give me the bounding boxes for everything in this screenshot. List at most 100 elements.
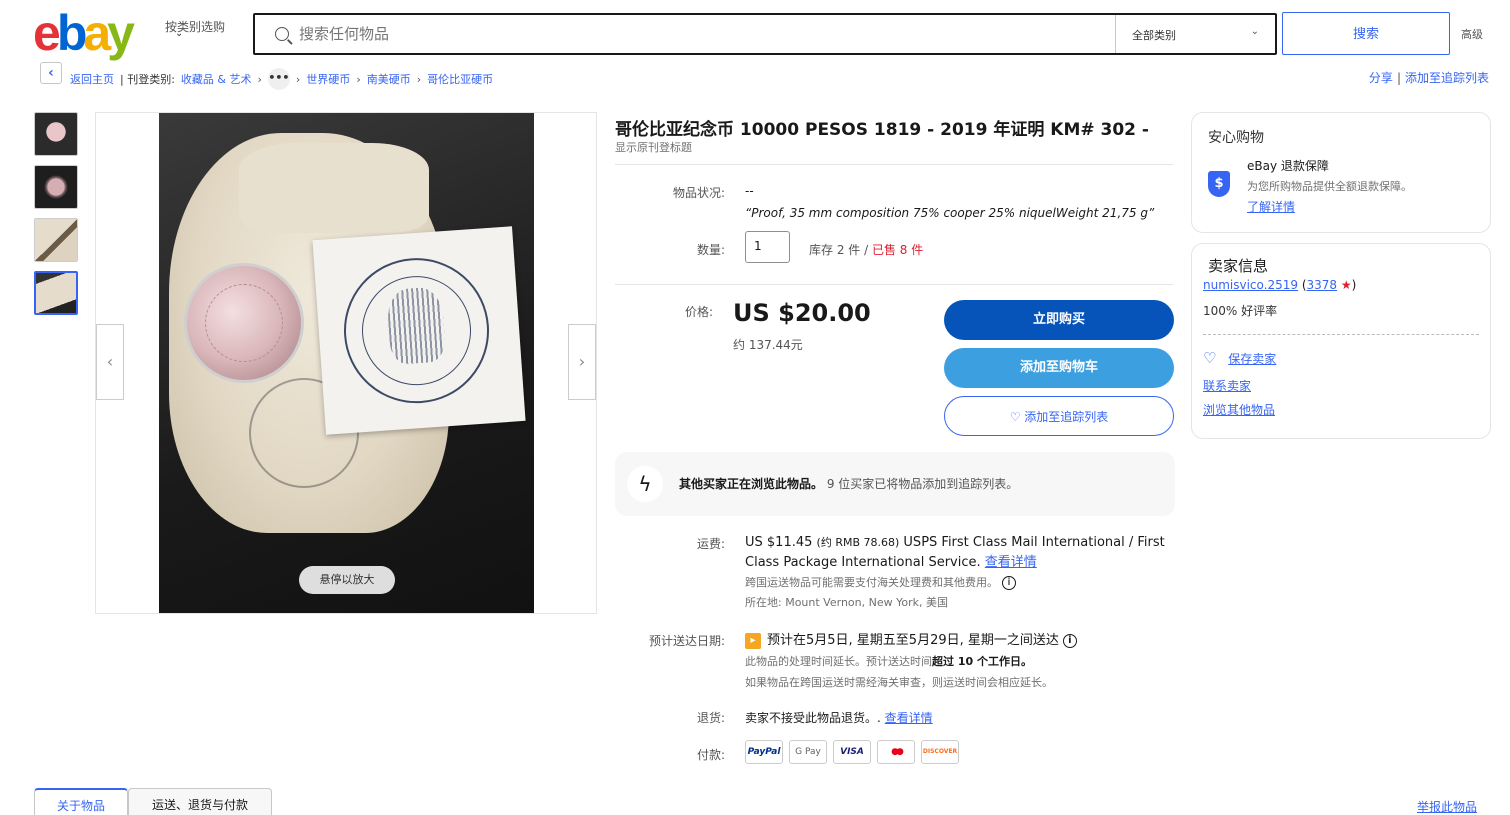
info-icon[interactable]: i — [1002, 576, 1016, 590]
divider — [615, 164, 1173, 165]
shipping-cost-cny: (约 RMB 78.68) — [816, 536, 900, 549]
delivery-estimate-text: 预计在5月5日, 星期五至5月29日, 星期一之间送达 — [767, 633, 1059, 648]
logo-letter-a: a — [83, 5, 111, 61]
shipping-cost: US $11.45 — [745, 535, 813, 550]
returns-details-link[interactable]: 查看详情 — [885, 711, 933, 725]
back-home-link[interactable]: 返回主页 — [70, 71, 114, 87]
category-select-value: 全部类别 — [1132, 29, 1176, 42]
tab-about-item[interactable]: 关于物品 — [34, 788, 128, 815]
add-to-watchlist-link[interactable]: 添加至追踪列表 — [1405, 71, 1489, 85]
hover-zoom-label: 悬停以放大 — [299, 566, 395, 594]
thumbnail[interactable] — [34, 165, 78, 209]
payments-label: 付款: — [696, 748, 725, 762]
bag-neck — [239, 143, 429, 233]
breadcrumb-item[interactable]: 世界硬币 — [306, 71, 350, 87]
delivery-note-2: 如果物品在跨国运送时需经海关审查，则运送时间会相应延长。 — [745, 676, 1053, 689]
shop-by-category[interactable]: 按类别选购 ⌄ — [165, 18, 226, 39]
shield-dollar-icon: $ — [1208, 171, 1230, 197]
quantity-input[interactable]: 1 — [745, 231, 790, 263]
show-original-title-link[interactable]: 显示原刊登标题 — [615, 139, 692, 155]
separator: | — [1396, 71, 1401, 85]
stock-info: 库存 2 件 / 已售 8 件 — [809, 241, 923, 258]
activity-bold: 其他买家正在浏览此物品。 — [679, 477, 824, 491]
stock-text: 库存 2 件 / — [809, 243, 869, 257]
seller-name-link[interactable]: numisvico.2519 — [1203, 278, 1298, 292]
activity-rest: 9 位买家已将物品添加到追踪列表。 — [826, 477, 1019, 491]
condition-label: 物品状况: — [672, 186, 725, 200]
protection-desc: 为您所购物品提供全额退款保障。 — [1247, 180, 1412, 193]
breadcrumb-item[interactable]: 哥伦比亚硬币 — [427, 71, 493, 87]
item-title: 哥伦比亚纪念币 10000 PESOS 1819 - 2019 年证明 KM# … — [615, 120, 1149, 140]
returns-label: 退货: — [696, 711, 725, 725]
report-item-link[interactable]: 举报此物品 — [1417, 798, 1477, 815]
score-close: ) — [1351, 278, 1357, 292]
listed-in-label: | 刊登类别: — [120, 73, 175, 86]
thumbnail-selected[interactable] — [34, 271, 78, 315]
seller-info-box: 卖家信息 numisvico.2519 (3378 ★) 100% 好评率 ♡ … — [1191, 243, 1491, 439]
returns-info: 卖家不接受此物品退货。. 查看详情 — [745, 709, 933, 726]
add-to-watchlist-button[interactable]: ♡ 添加至追踪列表 — [944, 396, 1174, 436]
positive-feedback: 100% 好评率 — [1203, 304, 1278, 318]
shipping-info: US $11.45 (约 RMB 78.68) USPS First Class… — [745, 533, 1165, 613]
back-arrow-icon[interactable]: ‹ — [40, 62, 62, 84]
item-location: 所在地: Mount Vernon, New York, 美国 — [745, 596, 948, 609]
chevron-right-icon: › — [416, 72, 422, 86]
thumbnail[interactable] — [34, 218, 78, 262]
price-converted: 约 137.44元 — [733, 338, 803, 352]
share-link[interactable]: 分享 — [1369, 71, 1393, 85]
customs-note-text: 跨国运送物品可能需要支付海关处理费和其他费用。 — [745, 576, 998, 589]
ebay-logo[interactable]: ebay — [33, 5, 135, 61]
sold-count[interactable]: 已售 8 件 — [872, 243, 923, 257]
chevron-right-icon: › — [356, 72, 361, 86]
advanced-search-link[interactable]: 高级 — [1461, 26, 1483, 42]
divider — [615, 284, 1173, 285]
save-seller-row[interactable]: ♡ 保存卖家 — [1203, 349, 1276, 367]
product-photo[interactable] — [159, 113, 534, 613]
logo-letter-y: y — [107, 5, 135, 61]
payment-methods: PayPal G Pay VISA ●● DISCOVER — [745, 740, 959, 764]
breadcrumb-item[interactable]: 收藏品 & 艺术 — [181, 71, 252, 87]
chevron-down-icon: ⌄ — [175, 28, 184, 39]
tab-shipping-returns[interactable]: 运送、退货与付款 — [128, 788, 272, 815]
coin-capsule — [184, 263, 304, 383]
protection-title: 安心购物 — [1208, 130, 1264, 146]
thumbnail[interactable] — [34, 112, 78, 156]
visa-icon: VISA — [833, 740, 871, 764]
save-seller-link[interactable]: 保存卖家 — [1228, 352, 1276, 366]
lightning-icon: ϟ — [627, 466, 663, 502]
search-icon — [275, 27, 289, 41]
share-watch-actions: 分享 | 添加至追踪列表 — [1369, 69, 1489, 86]
info-icon[interactable]: i — [1062, 633, 1077, 648]
learn-more-link[interactable]: 了解详情 — [1247, 198, 1295, 215]
protection-heading: eBay 退款保障 — [1247, 159, 1329, 173]
customs-note: 跨国运送物品可能需要支付海关处理费和其他费用。 i — [745, 573, 1165, 593]
thumbnail-image — [35, 219, 77, 261]
seller-name-row: numisvico.2519 (3378 ★) — [1203, 278, 1356, 292]
delivery-label: 预计送达日期: — [648, 634, 725, 648]
category-select[interactable]: 全部类别 ⌄ — [1115, 15, 1275, 53]
shipping-details-link[interactable]: 查看详情 — [985, 555, 1037, 570]
breadcrumb-item[interactable]: 南美硬币 — [367, 71, 411, 87]
flag-icon: ▸ — [745, 632, 761, 649]
star-icon: ★ — [1340, 278, 1352, 292]
money-back-guarantee-box: 安心购物 $ eBay 退款保障 为您所购物品提供全额退款保障。 了解详情 — [1191, 112, 1491, 233]
prev-image-button[interactable]: ‹ — [96, 324, 124, 400]
chevron-right-icon: › — [257, 72, 262, 86]
search-input[interactable] — [299, 25, 1099, 43]
add-to-cart-button[interactable]: 添加至购物车 — [944, 348, 1174, 388]
search-button[interactable]: 搜索 — [1282, 12, 1450, 55]
contact-seller-link[interactable]: 联系卖家 — [1203, 377, 1251, 394]
certificate-card — [312, 226, 526, 435]
price-label: 价格: — [684, 305, 713, 319]
breadcrumb: 返回主页 | 刊登类别: 收藏品 & 艺术 › ••• › 世界硬币 › 南美硬… — [70, 68, 493, 90]
more-icon[interactable]: ••• — [267, 68, 290, 90]
coin-face — [205, 284, 283, 362]
buy-now-button[interactable]: 立即购买 — [944, 300, 1174, 340]
next-image-button[interactable]: › — [568, 324, 596, 400]
see-other-items-link[interactable]: 浏览其他物品 — [1203, 401, 1275, 418]
shop-by-label: 按类别选购 — [165, 20, 226, 34]
logo-letter-b: b — [56, 5, 87, 61]
thumbnail-image — [35, 166, 77, 208]
activity-text: 其他买家正在浏览此物品。 9 位买家已将物品添加到追踪列表。 — [679, 475, 1018, 492]
seller-score-link[interactable]: 3378 — [1307, 278, 1338, 292]
